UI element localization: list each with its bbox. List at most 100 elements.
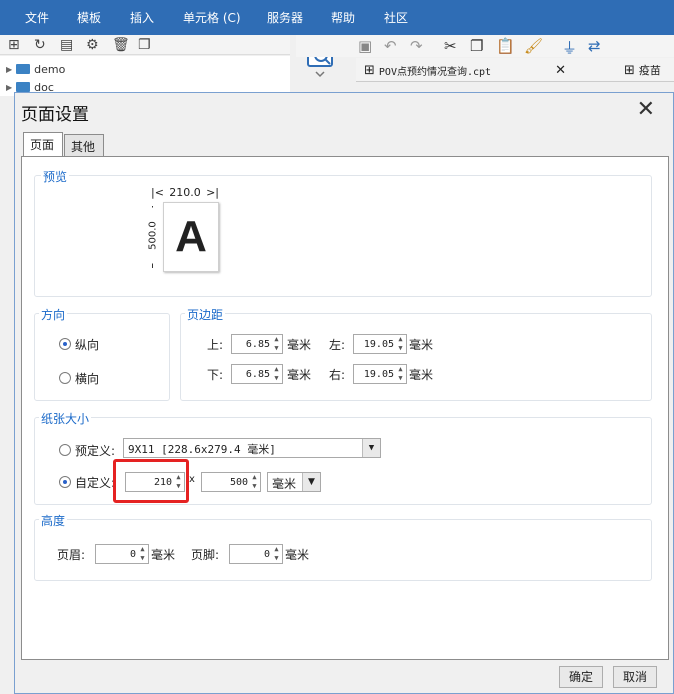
tab-other[interactable]: 其他: [64, 134, 104, 156]
margin-right-unit: 毫米: [409, 368, 434, 382]
folder-icon: [16, 64, 31, 74]
tab-page[interactable]: 页面: [23, 132, 63, 156]
margin-top-input[interactable]: 6.85 ▲ ▼: [231, 334, 283, 354]
chevron-down-icon[interactable]: ▼: [302, 473, 320, 491]
spinner-arrows-icon[interactable]: ▲ ▼: [249, 473, 260, 491]
landscape-radio[interactable]: [59, 372, 71, 384]
width-dimension-label: 210.0: [169, 186, 201, 199]
swap-icon[interactable]: ⇄: [588, 37, 601, 55]
file-tree: ▶ demo ▶ doc: [0, 56, 290, 96]
preview-group: 预览 |< 210.0 >| A 500.0: [34, 168, 652, 297]
margin-bottom-value: 6.85: [245, 368, 270, 380]
margin-left-value: 19.05: [363, 338, 394, 350]
spinner-arrows-icon[interactable]: ▲ ▼: [271, 365, 282, 383]
margin-bottom-input[interactable]: 6.85 ▲ ▼: [231, 364, 283, 384]
preview-width-dimension: |< 210.0 >|: [151, 186, 219, 200]
redo-icon[interactable]: ↷: [410, 37, 423, 55]
predefined-radio[interactable]: [59, 444, 71, 456]
new-folder-icon[interactable]: ⊞: [8, 37, 20, 53]
footer-height-input[interactable]: 0 ▲ ▼: [229, 544, 283, 564]
arrow-right-icon: >|: [206, 186, 219, 199]
margin-top-value: 6.85: [245, 338, 270, 350]
menu-help[interactable]: 帮助: [331, 9, 355, 26]
orientation-group: 方向 纵向 横向: [34, 306, 170, 401]
header-unit: 毫米: [151, 548, 176, 562]
predefined-paper-value: 9X11 [228.6x279.4 毫米]: [128, 443, 276, 456]
page-tab-panel: 预览 |< 210.0 >| A 500.0 方向 纵向 横向 页边距 上: 6…: [21, 156, 669, 660]
spinner-arrows-icon[interactable]: ▲ ▼: [395, 365, 406, 383]
refresh-icon[interactable]: ↻: [34, 37, 46, 53]
file-tab-bar: ⊞ POV点预约情况查询.cpt ✕ ⊞ 疫苗: [356, 58, 674, 82]
undo-icon[interactable]: ↶: [384, 37, 397, 55]
connect-icon[interactable]: ⏚: [562, 37, 577, 58]
copy-icon[interactable]: ❐: [138, 37, 151, 53]
spinner-arrows-icon[interactable]: ▲ ▼: [173, 473, 184, 491]
ok-button[interactable]: 确定: [559, 666, 603, 688]
margin-right-value: 19.05: [363, 368, 394, 380]
copy-icon[interactable]: ❐: [470, 37, 483, 55]
paper-size-title: 纸张大小: [39, 410, 92, 427]
properties-icon[interactable]: ▤: [60, 37, 73, 53]
height-title: 高度: [39, 512, 68, 529]
margin-left-input[interactable]: 19.05 ▲ ▼: [353, 334, 407, 354]
menu-community[interactable]: 社区: [384, 9, 408, 26]
format-brush-icon[interactable]: 🖌: [524, 37, 543, 55]
preview-page: A: [163, 202, 219, 272]
predefined-paper-select[interactable]: 9X11 [228.6x279.4 毫米] ▼: [123, 438, 381, 458]
settings-icon[interactable]: ⚙: [86, 37, 99, 53]
predefined-label: 预定义:: [75, 444, 116, 458]
grid-icon: ⊞: [364, 62, 375, 78]
save-icon[interactable]: ▣: [358, 37, 372, 55]
margin-top-unit: 毫米: [287, 338, 312, 352]
height-group: 高度 页眉: 0 ▲ ▼ 毫米 页脚: 0 ▲ ▼ 毫米: [34, 512, 652, 581]
arrow-left-icon: |<: [151, 186, 164, 199]
menu-cell[interactable]: 单元格 (C): [183, 9, 241, 26]
margin-top-label: 上:: [207, 338, 224, 352]
delete-icon[interactable]: 🗑: [112, 37, 130, 53]
spinner-arrows-icon[interactable]: ▲ ▼: [271, 545, 282, 563]
expand-icon[interactable]: ▶: [6, 83, 12, 92]
paste-icon[interactable]: 📋: [496, 37, 515, 55]
header-height-input[interactable]: 0 ▲ ▼: [95, 544, 149, 564]
custom-width-input[interactable]: 210 ▲ ▼: [125, 472, 185, 492]
tree-item-demo[interactable]: ▶ demo: [6, 60, 65, 78]
expand-icon[interactable]: ▶: [6, 65, 12, 74]
close-icon[interactable]: ✕: [555, 63, 566, 78]
portrait-radio[interactable]: [59, 338, 71, 350]
custom-radio[interactable]: [59, 476, 71, 488]
cut-icon[interactable]: ✂: [444, 37, 457, 55]
margin-bottom-label: 下:: [207, 368, 224, 382]
preview-title: 预览: [41, 168, 70, 185]
spinner-arrows-icon[interactable]: ▲ ▼: [395, 335, 406, 353]
margin-right-input[interactable]: 19.05 ▲ ▼: [353, 364, 407, 384]
margin-right-label: 右:: [329, 368, 346, 382]
custom-height-input[interactable]: 500 ▲ ▼: [201, 472, 261, 492]
tab-label: POV点预约情况查询.cpt: [378, 66, 492, 78]
height-dimension-label: 500.0: [147, 207, 159, 264]
grid-icon: ⊞: [624, 62, 635, 78]
header-height-value: 0: [129, 548, 136, 560]
unit-select[interactable]: 毫米 ▼: [267, 472, 321, 492]
spinner-arrows-icon[interactable]: ▲ ▼: [137, 545, 148, 563]
custom-width-value: 210: [153, 476, 172, 488]
right-toolbar: ▣ ↶ ↷ ✂ ❐ 📋 🖌 ⏚ ⇄: [296, 35, 674, 57]
tab-vaccine[interactable]: ⊞ 疫苗: [624, 58, 661, 82]
chevron-down-icon[interactable]: ▼: [362, 439, 380, 457]
page-setup-dialog: 页面设置 ✕ 页面 其他 预览 |< 210.0 >| A 500.0 方向 纵…: [14, 92, 674, 694]
tab-label: 疫苗: [638, 64, 661, 77]
menu-server[interactable]: 服务器: [267, 9, 303, 26]
margin-bottom-unit: 毫米: [287, 368, 312, 382]
folder-icon: [16, 82, 31, 92]
cancel-button[interactable]: 取消: [613, 666, 657, 688]
tab-pov-report[interactable]: ⊞ POV点预约情况查询.cpt ✕: [364, 58, 566, 82]
orientation-title: 方向: [39, 306, 68, 323]
menu-file[interactable]: 文件: [25, 9, 49, 26]
menu-template[interactable]: 模板: [77, 9, 101, 26]
landscape-label: 横向: [75, 372, 100, 386]
tree-item-label: demo: [34, 62, 66, 76]
spinner-arrows-icon[interactable]: ▲ ▼: [271, 335, 282, 353]
header-label: 页眉:: [57, 548, 86, 562]
menu-insert[interactable]: 插入: [130, 9, 154, 26]
close-icon[interactable]: ✕: [637, 97, 655, 122]
footer-height-value: 0: [263, 548, 270, 560]
